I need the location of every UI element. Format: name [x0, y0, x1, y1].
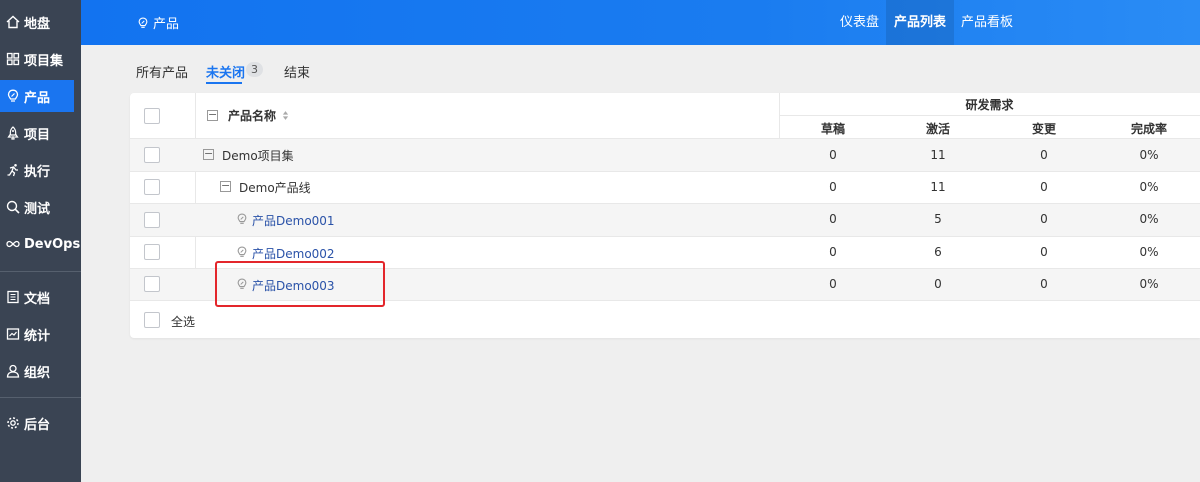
cell-draft: 0	[829, 277, 837, 291]
gear-icon	[7, 417, 19, 429]
cell-changed: 0	[1040, 180, 1048, 194]
cell-changed: 0	[1040, 148, 1048, 162]
row-divider	[130, 171, 1200, 172]
row-checkbox[interactable]	[144, 179, 160, 195]
cell-active: 6	[934, 245, 942, 259]
row-checkbox[interactable]	[144, 212, 160, 228]
sidebar-item-stats[interactable]: 统计	[0, 318, 74, 350]
sidebar-item-label: 组织	[24, 365, 51, 381]
grid-icon	[6, 52, 20, 66]
cell-completion: 0%	[1139, 148, 1159, 162]
column-header-name-label: 产品名称	[228, 109, 277, 123]
subtab-closed[interactable]: 结束	[284, 62, 310, 81]
column-header-draft[interactable]: 草稿	[803, 120, 863, 137]
group-header-requirements: 研发需求	[965, 98, 1014, 112]
sidebar-item-label: 项目集	[24, 53, 64, 69]
product-link[interactable]: 产品Demo002	[252, 245, 335, 262]
sidebar-item-project[interactable]: 项目	[0, 117, 74, 149]
cell-active: 5	[934, 212, 942, 226]
subtab-open[interactable]: 未关闭	[206, 62, 245, 81]
page-title: 产品	[137, 13, 179, 32]
cell-draft: 0	[829, 245, 837, 259]
cell-completion: 0%	[1139, 180, 1159, 194]
highlight-annotation	[215, 261, 385, 307]
header-select-checkbox[interactable]	[144, 108, 160, 124]
column-header-changed[interactable]: 变更	[1014, 120, 1074, 137]
sidebar-item-doc[interactable]: 文档	[0, 281, 74, 313]
rocket-icon	[7, 126, 19, 140]
user-icon	[6, 364, 20, 378]
tree-toggle[interactable]: −	[203, 148, 214, 160]
sidebar-item-program[interactable]: 项目集	[0, 43, 74, 75]
active-tab-indicator	[206, 82, 242, 84]
count-badge: 3	[246, 62, 263, 77]
cell-active: 11	[930, 148, 946, 162]
tab-product-list[interactable]: 产品列表	[886, 0, 955, 45]
home-icon	[6, 15, 20, 29]
select-all-checkbox[interactable]	[144, 312, 160, 328]
sidebar-item-label: 后台	[24, 417, 51, 433]
cell-draft: 0	[829, 180, 837, 194]
sidebar-item-execution[interactable]: 执行	[0, 154, 74, 186]
cell-changed: 0	[1040, 212, 1048, 226]
column-header-name[interactable]: 产品名称	[228, 107, 289, 124]
run-icon	[7, 164, 18, 177]
sidebar-item-label: 产品	[24, 90, 51, 106]
sidebar-item-devops[interactable]: DevOps	[0, 228, 80, 260]
bulb-icon	[7, 89, 19, 102]
header-divider	[779, 115, 1200, 116]
sidebar-item-label: 地盘	[24, 16, 51, 32]
subtab-all-products[interactable]: 所有产品	[136, 62, 188, 81]
sidebar-item-test[interactable]: 测试	[0, 191, 74, 223]
top-header: 产品 仪表盘 产品列表 产品看板	[81, 0, 1200, 45]
cell-draft: 0	[829, 148, 837, 162]
cell-changed: 0	[1040, 245, 1048, 259]
column-header-active[interactable]: 激活	[908, 120, 968, 137]
cell-completion: 0%	[1139, 277, 1159, 291]
sort-icon	[283, 111, 289, 120]
chart-icon	[6, 328, 20, 340]
tab-dashboard[interactable]: 仪表盘	[832, 0, 887, 45]
tree-toggle[interactable]: −	[220, 180, 231, 192]
bulb-icon	[138, 16, 148, 28]
product-icon	[237, 213, 247, 224]
cell-active: 11	[930, 180, 946, 194]
collapse-all-toggle[interactable]: −	[207, 109, 218, 121]
product-link[interactable]: 产品Demo001	[252, 212, 335, 229]
search-icon	[6, 200, 20, 214]
product-icon	[237, 246, 247, 257]
cell-completion: 0%	[1139, 245, 1159, 259]
document-icon	[7, 290, 19, 304]
sidebar: 地盘 项目集 产品 项目 执行 测试 DevOps 文档 统计 组织 后台	[0, 0, 81, 482]
cell-changed: 0	[1040, 277, 1048, 291]
column-header-completion[interactable]: 完成率	[1119, 120, 1179, 137]
sidebar-item-label: 执行	[24, 164, 51, 180]
row-checkbox[interactable]	[144, 147, 160, 163]
infinity-icon	[6, 240, 20, 248]
row-checkbox[interactable]	[144, 276, 160, 292]
page-title-label: 产品	[153, 17, 180, 32]
row-checkbox[interactable]	[144, 244, 160, 260]
cell-draft: 0	[829, 212, 837, 226]
sidebar-item-label: DevOps	[24, 236, 81, 252]
sidebar-item-label: 统计	[24, 328, 51, 344]
sidebar-item-label: 项目	[24, 127, 51, 143]
row-name: Demo项目集	[222, 149, 294, 163]
cell-completion: 0%	[1139, 212, 1159, 226]
sidebar-item-label: 测试	[24, 201, 51, 217]
tab-product-kanban[interactable]: 产品看板	[953, 0, 1021, 45]
sidebar-item-product[interactable]: 产品	[0, 80, 74, 112]
sidebar-divider	[0, 397, 81, 398]
row-name: Demo产品线	[239, 181, 311, 195]
sidebar-item-dashboard[interactable]: 地盘	[0, 6, 74, 38]
sidebar-divider	[0, 271, 81, 272]
sidebar-item-org[interactable]: 组织	[0, 355, 74, 387]
sidebar-item-label: 文档	[24, 291, 51, 307]
select-all-label[interactable]: 全选	[171, 313, 195, 330]
row-divider	[130, 236, 1200, 237]
sidebar-item-admin[interactable]: 后台	[0, 407, 74, 439]
cell-active: 0	[934, 277, 942, 291]
